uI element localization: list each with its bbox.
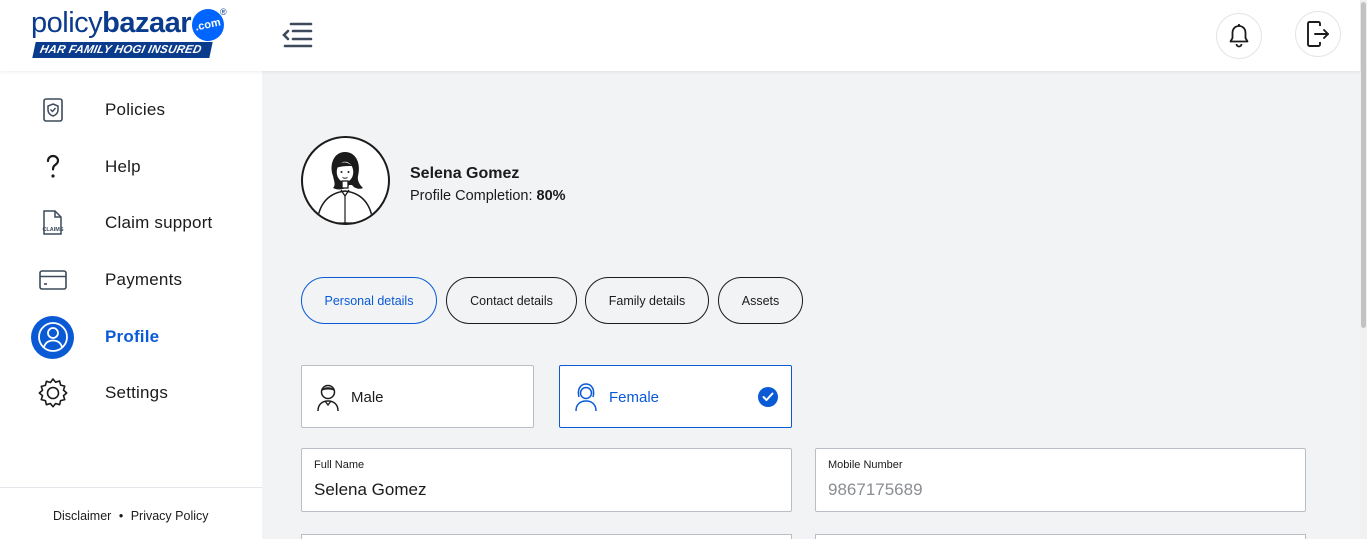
sidebar-item-claim-support[interactable]: CLAIMS Claim support <box>0 199 262 247</box>
sidebar-item-label: Claim support <box>105 213 213 232</box>
card-icon <box>31 259 74 302</box>
logo-wordmark: policybazaar <box>31 7 192 39</box>
logout-icon <box>1307 21 1329 47</box>
checkmark-icon <box>758 387 778 407</box>
mobile-number-input: 9867175689 <box>828 480 923 499</box>
sidebar-footer: Disclaimer • Privacy Policy <box>0 487 262 539</box>
question-icon <box>31 146 74 189</box>
notifications-button[interactable] <box>1216 13 1262 59</box>
sidebar-item-help[interactable]: Help <box>0 143 262 191</box>
tab-assets[interactable]: Assets <box>718 277 803 324</box>
shield-document-icon <box>31 89 74 132</box>
tab-contact-details[interactable]: Contact details <box>446 277 577 324</box>
profile-completion-value: 80% <box>536 188 566 204</box>
sidebar-item-policies[interactable]: Policies <box>0 86 262 134</box>
avatar[interactable] <box>301 136 390 225</box>
form-field-next-left[interactable] <box>301 534 792 539</box>
tab-personal-details[interactable]: Personal details <box>301 277 437 324</box>
female-avatar-icon <box>573 382 599 412</box>
gender-option-female[interactable]: Female <box>559 365 792 428</box>
menu-collapse-icon[interactable] <box>281 19 315 53</box>
tab-family-details[interactable]: Family details <box>585 277 709 324</box>
sidebar-item-settings[interactable]: Settings <box>0 369 262 417</box>
sidebar-item-label: Help <box>105 157 141 176</box>
gender-option-male[interactable]: Male <box>301 365 534 428</box>
logo-tagline: HAR FAMILY HOGI INSURED <box>32 42 214 58</box>
svg-text:CLAIMS: CLAIMS <box>42 227 63 233</box>
logout-button[interactable] <box>1295 11 1341 57</box>
full-name-field[interactable]: Full Name Selena Gomez <box>301 448 792 512</box>
sidebar-item-label: Profile <box>105 327 160 346</box>
profile-name: Selena Gomez <box>410 165 520 182</box>
gear-icon <box>31 372 74 415</box>
user-icon <box>31 315 74 359</box>
disclaimer-link[interactable]: Disclaimer <box>53 509 111 523</box>
gender-label: Male <box>351 389 384 406</box>
gender-label: Female <box>609 389 660 406</box>
sidebar-item-profile[interactable]: Profile <box>0 313 262 361</box>
footer-separator: • <box>118 509 124 523</box>
logo-registered-mark: ® <box>220 7 227 17</box>
mobile-number-field[interactable]: Mobile Number 9867175689 <box>815 448 1306 512</box>
mobile-number-label: Mobile Number <box>828 459 903 471</box>
form-field-next-right[interactable] <box>815 534 1306 539</box>
sidebar-item-label: Policies <box>105 100 166 119</box>
full-name-label: Full Name <box>314 459 365 471</box>
full-name-input[interactable]: Selena Gomez <box>314 480 754 500</box>
sidebar-item-label: Settings <box>105 383 169 402</box>
claims-document-icon: CLAIMS <box>31 202 74 245</box>
privacy-policy-link[interactable]: Privacy Policy <box>131 509 209 523</box>
profile-completion: Profile Completion: 80% <box>410 188 566 204</box>
profile-completion-label: Profile Completion: <box>410 188 533 204</box>
sidebar-item-payments[interactable]: Payments <box>0 256 262 304</box>
bell-icon <box>1229 24 1249 48</box>
scrollbar-thumb[interactable] <box>1361 2 1366 328</box>
policybazaar-logo[interactable]: policybazaar .com ® HAR FAMILY HOGI INSU… <box>31 6 231 61</box>
male-avatar-icon <box>315 382 341 412</box>
top-header: policybazaar .com ® HAR FAMILY HOGI INSU… <box>0 0 1360 71</box>
sidebar-item-label: Payments <box>105 270 183 289</box>
sidebar: Policies Help CLAIMS Claim support Payme… <box>0 71 262 539</box>
